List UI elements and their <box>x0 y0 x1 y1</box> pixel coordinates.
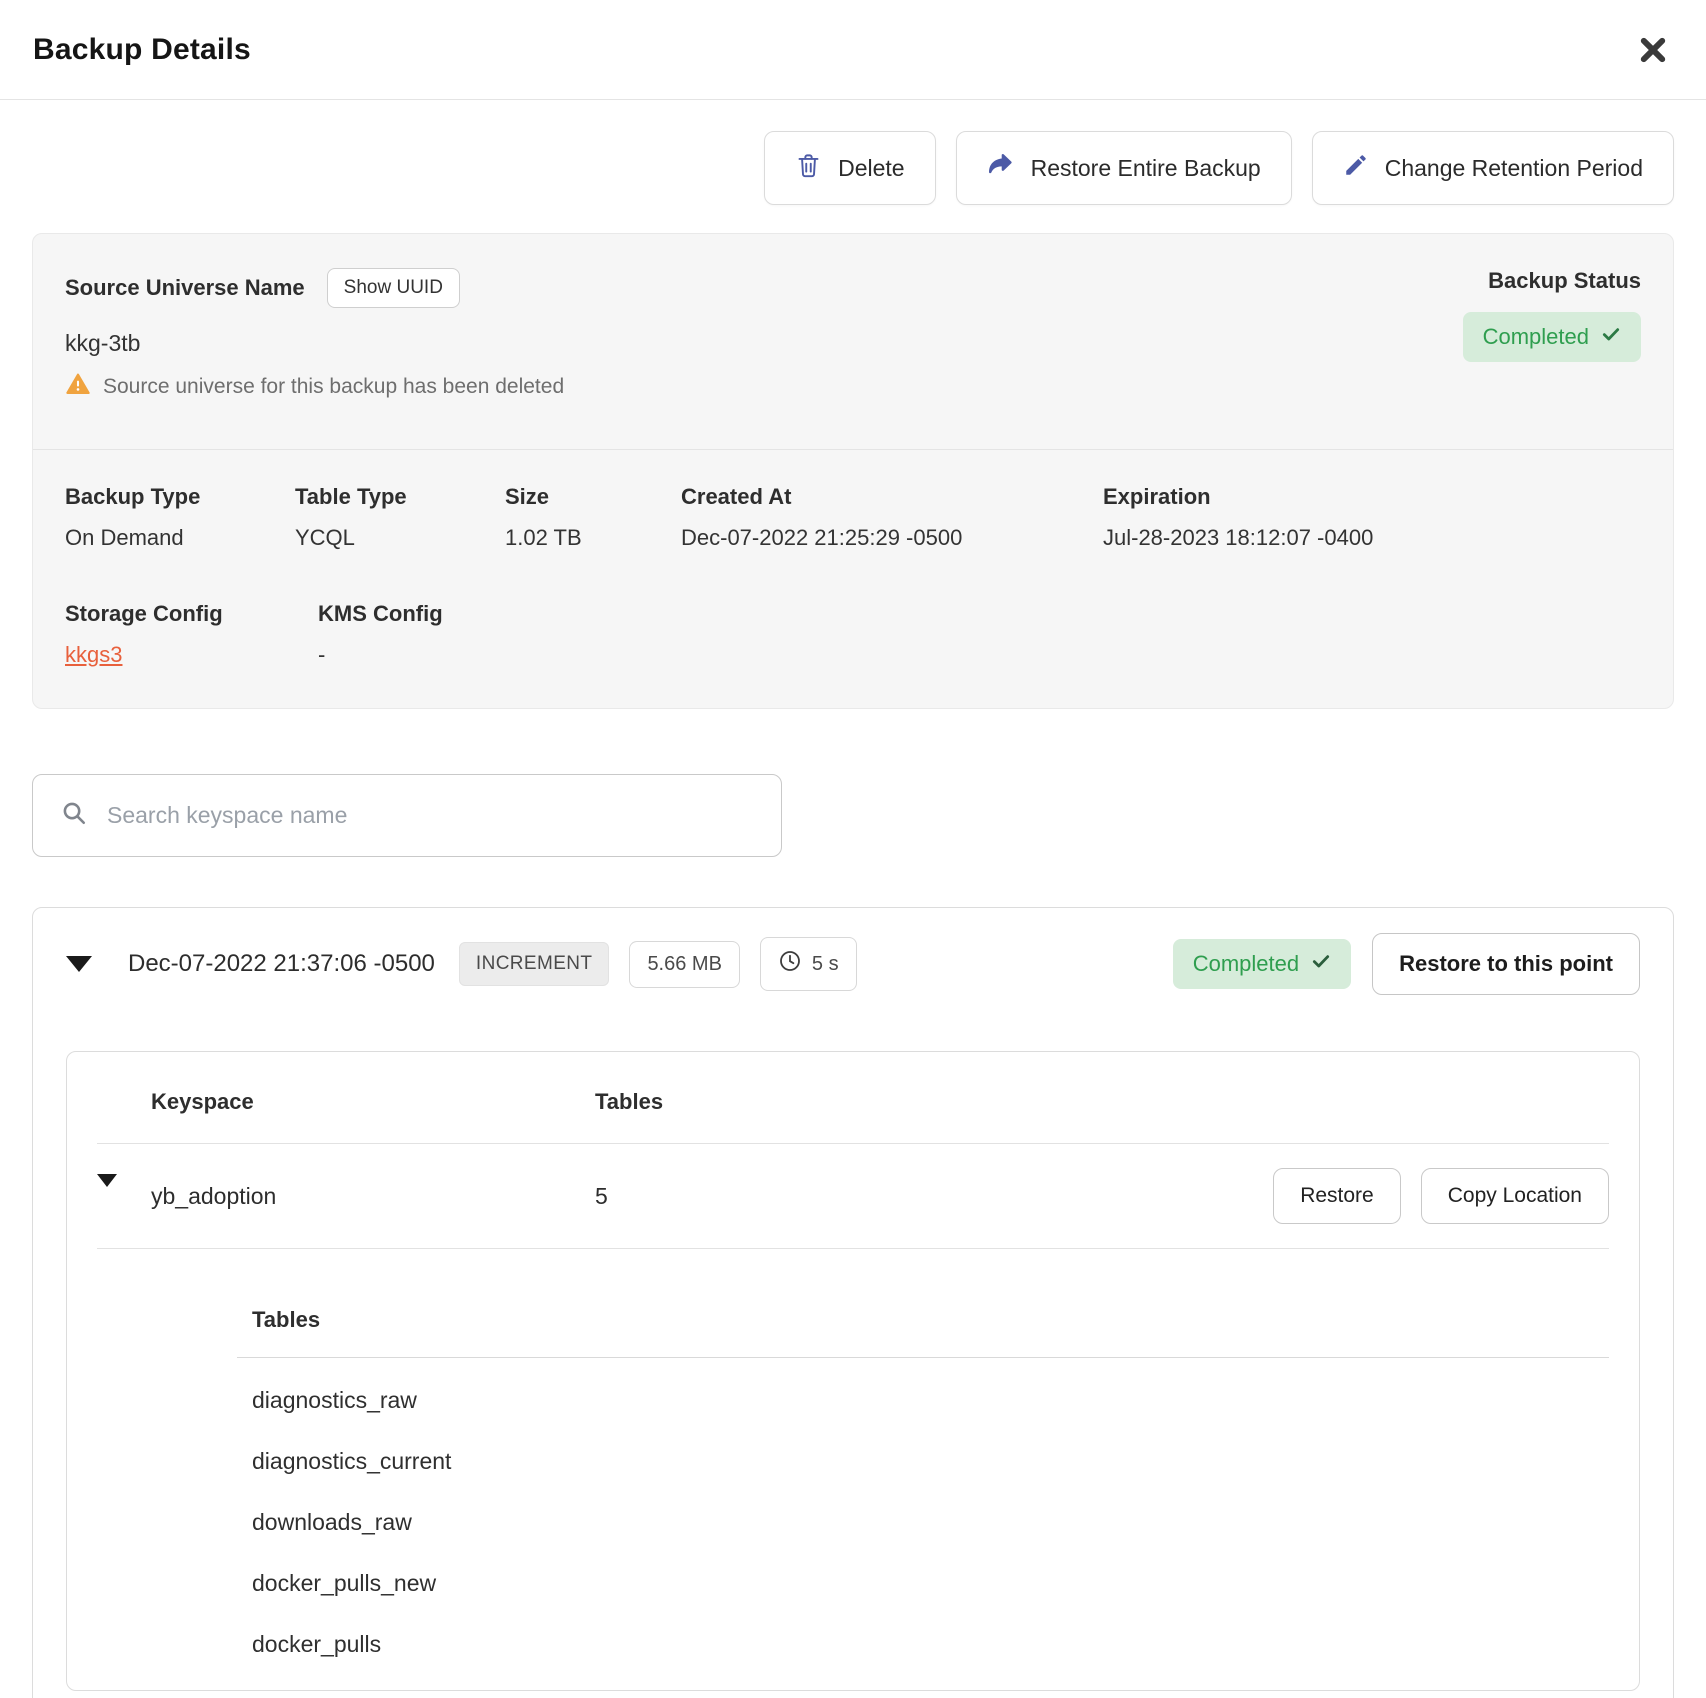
delete-button[interactable]: Delete <box>764 131 935 205</box>
keyspace-search <box>32 774 782 857</box>
keyspace-column-header: Keyspace <box>151 1089 595 1115</box>
table-row: yb_adoption 5 Restore Copy Location <box>97 1144 1609 1249</box>
change-retention-period-label: Change Retention Period <box>1385 155 1643 182</box>
tables-sublist: Tables diagnostics_raw diagnostics_curre… <box>237 1249 1609 1675</box>
field-created-at: Created At Dec-07-2022 21:25:29 -0500 <box>681 484 1103 551</box>
backup-status-block: Backup Status Completed <box>1463 268 1641 403</box>
backup-type-label: Backup Type <box>65 484 295 510</box>
source-universe-label: Source Universe Name <box>65 275 305 301</box>
search-input[interactable] <box>107 802 753 829</box>
storage-config-label: Storage Config <box>65 601 318 627</box>
caret-down-icon[interactable] <box>66 956 92 972</box>
status-badge-label: Completed <box>1483 324 1589 350</box>
toolbar: Delete Restore Entire Backup Change Rete… <box>32 131 1674 205</box>
source-deleted-warning: Source universe for this backup has been… <box>103 375 564 399</box>
close-icon[interactable] <box>1633 30 1673 70</box>
field-table-type: Table Type YCQL <box>295 484 505 551</box>
size-label: Size <box>505 484 681 510</box>
created-at-label: Created At <box>681 484 1103 510</box>
clock-icon <box>778 949 802 979</box>
list-item: docker_pulls <box>237 1614 1609 1675</box>
increment-duration-chip: 5 s <box>760 937 857 991</box>
field-backup-type: Backup Type On Demand <box>65 484 295 551</box>
field-kms-config: KMS Config - <box>318 601 1641 668</box>
restore-entire-backup-button[interactable]: Restore Entire Backup <box>956 131 1292 205</box>
created-at-value: Dec-07-2022 21:25:29 -0500 <box>681 525 1103 551</box>
list-item: diagnostics_current <box>237 1431 1609 1492</box>
check-icon <box>1601 324 1621 350</box>
page-title: Backup Details <box>33 33 251 67</box>
list-item: diagnostics_raw <box>237 1370 1609 1431</box>
increment-status-label: Completed <box>1193 951 1299 977</box>
modal-header: Backup Details <box>0 0 1706 100</box>
universe-name: kkg-3tb <box>65 330 564 357</box>
kms-config-label: KMS Config <box>318 601 1641 627</box>
table-type-value: YCQL <box>295 525 505 551</box>
tables-column-header: Tables <box>595 1089 663 1115</box>
status-badge: Completed <box>1463 312 1641 362</box>
change-retention-period-button[interactable]: Change Retention Period <box>1312 131 1674 205</box>
size-value: 1.02 TB <box>505 525 681 551</box>
increment-timestamp: Dec-07-2022 21:37:06 -0500 <box>128 950 435 978</box>
field-storage-config: Storage Config kkgs3 <box>65 601 318 668</box>
delete-button-label: Delete <box>838 155 904 182</box>
field-size: Size 1.02 TB <box>505 484 681 551</box>
warning-triangle-icon <box>65 371 91 403</box>
expiration-label: Expiration <box>1103 484 1641 510</box>
keyspace-table: Keyspace Tables yb_adoption 5 Restore Co… <box>66 1051 1640 1691</box>
trash-icon <box>795 152 822 185</box>
table-type-label: Table Type <box>295 484 505 510</box>
restore-button[interactable]: Restore <box>1273 1168 1401 1224</box>
tables-sublist-header: Tables <box>252 1307 320 1332</box>
pencil-icon <box>1343 152 1369 184</box>
restore-entire-backup-label: Restore Entire Backup <box>1031 155 1261 182</box>
field-expiration: Expiration Jul-28-2023 18:12:07 -0400 <box>1103 484 1641 551</box>
caret-down-icon[interactable] <box>97 1174 117 1204</box>
backup-type-value: On Demand <box>65 525 295 551</box>
copy-location-button[interactable]: Copy Location <box>1421 1168 1609 1224</box>
kms-config-value: - <box>318 642 1641 668</box>
increment-size-chip: 5.66 MB <box>629 941 739 988</box>
expiration-value: Jul-28-2023 18:12:07 -0400 <box>1103 525 1641 551</box>
restore-to-this-point-button[interactable]: Restore to this point <box>1372 933 1640 995</box>
increment-type-badge: INCREMENT <box>459 942 610 986</box>
list-item: docker_pulls_new <box>237 1553 1609 1614</box>
increment-duration: 5 s <box>812 953 839 976</box>
check-icon <box>1311 951 1331 977</box>
storage-config-link[interactable]: kkgs3 <box>65 642 122 668</box>
backup-status-label: Backup Status <box>1488 268 1641 294</box>
search-icon <box>61 800 87 831</box>
source-universe-block: Source Universe Name Show UUID kkg-3tb S… <box>65 268 564 403</box>
keyspace-table-header: Keyspace Tables <box>97 1052 1609 1144</box>
increment-status-badge: Completed <box>1173 939 1351 989</box>
list-item: downloads_raw <box>237 1492 1609 1553</box>
show-uuid-button[interactable]: Show UUID <box>327 268 460 308</box>
keyspace-name: yb_adoption <box>151 1183 595 1210</box>
restore-arrow-icon <box>987 151 1015 185</box>
tables-count: 5 <box>595 1183 608 1210</box>
increment-card: Dec-07-2022 21:37:06 -0500 INCREMENT 5.6… <box>32 907 1674 1698</box>
backup-summary-panel: Source Universe Name Show UUID kkg-3tb S… <box>32 233 1674 709</box>
increment-header: Dec-07-2022 21:37:06 -0500 INCREMENT 5.6… <box>66 933 1640 995</box>
